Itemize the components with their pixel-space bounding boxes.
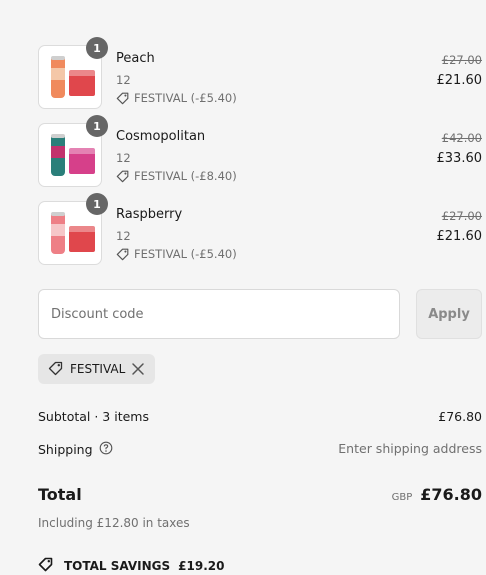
savings-tag-icon	[38, 556, 56, 575]
quantity-badge: 1	[86, 193, 108, 215]
tag-icon	[116, 91, 130, 105]
tag-icon	[116, 169, 130, 183]
line-item: 1 Cosmopolitan 12 FESTIVAL (-£8.40) £42.…	[38, 115, 483, 187]
product-name: Cosmopolitan	[116, 129, 206, 144]
discounted-price: £21.60	[436, 73, 483, 88]
item-discount-label: FESTIVAL (-£8.40)	[134, 169, 237, 183]
savings-value: £19.20	[178, 558, 225, 573]
product-variant: 12	[116, 151, 131, 165]
discounted-price: £33.60	[436, 151, 483, 166]
applied-discount-chip: FESTIVAL	[38, 354, 156, 384]
total-amount-group: GBP £76.80	[392, 485, 482, 504]
subtotal-value: £76.80	[438, 409, 482, 424]
product-variant: 12	[116, 229, 131, 243]
original-price: £42.00	[441, 131, 482, 145]
item-discount-label: FESTIVAL (-£5.40)	[134, 91, 237, 105]
applied-discount-code: FESTIVAL	[70, 362, 126, 376]
product-name: Peach	[116, 51, 155, 66]
quantity-badge: 1	[86, 115, 108, 137]
currency-code: GBP	[391, 492, 413, 503]
tag-icon	[48, 360, 64, 379]
help-circle-icon[interactable]	[99, 441, 113, 458]
total-savings-row: TOTAL SAVINGS £19.20	[38, 556, 224, 575]
total-label: Total	[38, 485, 82, 504]
item-discount: FESTIVAL (-£8.40)	[116, 169, 237, 183]
product-variant: 12	[116, 73, 131, 87]
subtotal-label: Subtotal · 3 items	[38, 409, 149, 424]
item-discount: FESTIVAL (-£5.40)	[116, 247, 237, 261]
remove-discount-close-icon[interactable]	[131, 362, 145, 376]
apply-discount-button[interactable]: Apply	[416, 289, 482, 339]
item-discount: FESTIVAL (-£5.40)	[116, 91, 237, 105]
original-price: £27.00	[441, 209, 482, 223]
original-price: £27.00	[441, 53, 482, 67]
total-value: £76.80	[420, 485, 482, 504]
line-item: 1 Peach 12 FESTIVAL (-£5.40) £27.00 £21.…	[38, 37, 483, 109]
discount-code-input[interactable]	[38, 289, 400, 339]
quantity-badge: 1	[86, 37, 108, 59]
taxes-note: Including £12.80 in taxes	[38, 516, 190, 530]
savings-label: TOTAL SAVINGS	[64, 558, 171, 573]
line-item: 1 Raspberry 12 FESTIVAL (-£5.40) £27.00 …	[38, 193, 483, 265]
shipping-value: Enter shipping address	[338, 441, 482, 456]
discounted-price: £21.60	[436, 229, 483, 244]
item-discount-label: FESTIVAL (-£5.40)	[134, 247, 237, 261]
tag-icon	[116, 247, 130, 261]
product-name: Raspberry	[116, 207, 183, 222]
shipping-label: Shipping	[38, 442, 93, 457]
